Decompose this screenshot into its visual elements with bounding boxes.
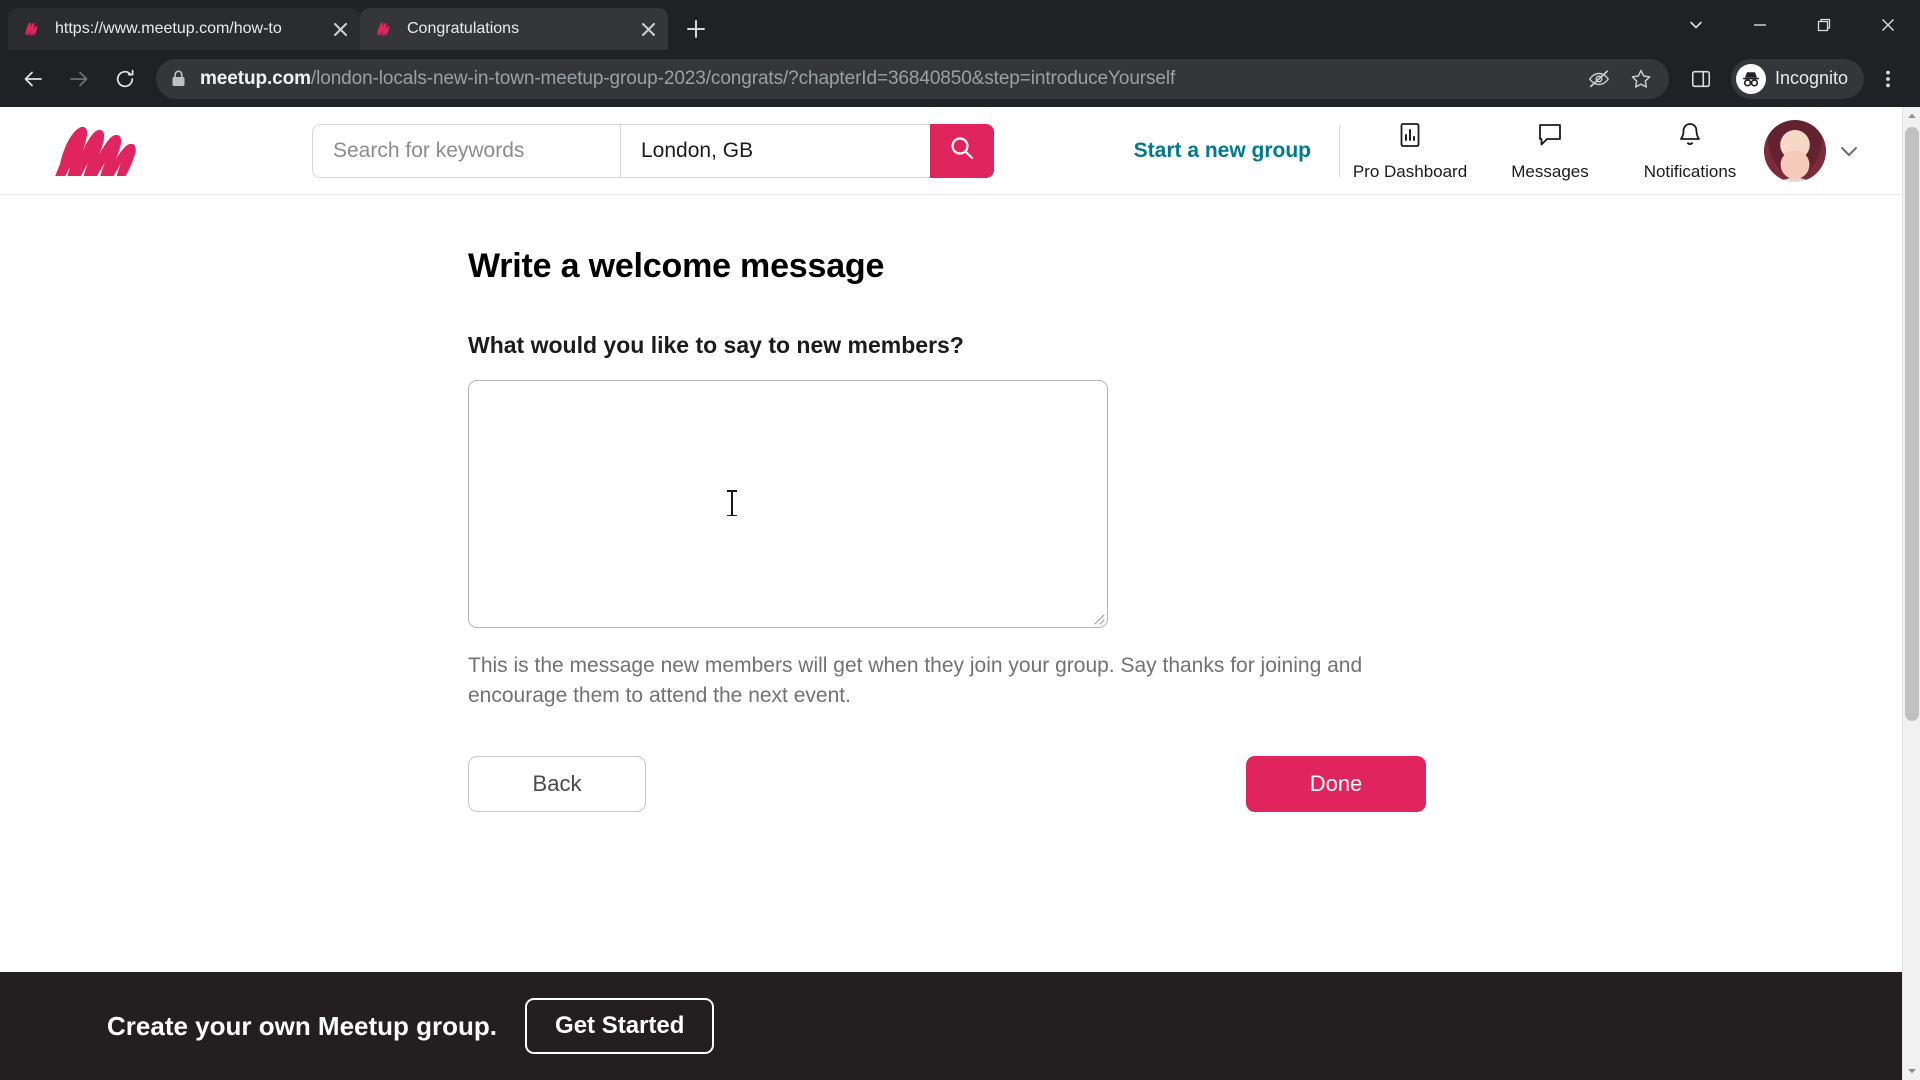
- bell-icon: [1675, 120, 1705, 155]
- page-title: Write a welcome message: [468, 247, 885, 285]
- close-icon[interactable]: [326, 15, 354, 43]
- bookmark-star-icon[interactable]: [1621, 61, 1661, 97]
- search-button[interactable]: [930, 123, 994, 178]
- done-button[interactable]: Done: [1246, 756, 1426, 812]
- lock-icon: [156, 70, 200, 87]
- nav-notifications[interactable]: Notifications: [1620, 120, 1760, 182]
- get-started-button[interactable]: Get Started: [525, 998, 715, 1054]
- header-right: Start a new group Pro Dashboard Messages: [1134, 107, 1872, 195]
- start-a-new-group-link[interactable]: Start a new group: [1134, 139, 1339, 163]
- minimize-icon[interactable]: [1728, 0, 1792, 50]
- search-icon: [948, 134, 976, 167]
- avatar[interactable]: [1764, 119, 1826, 182]
- search-input[interactable]: Search for keywords: [312, 123, 620, 178]
- incognito-icon: [1735, 63, 1766, 94]
- side-panel-icon[interactable]: [1679, 57, 1723, 101]
- browser-tab-1[interactable]: https://www.meetup.com/how-to: [8, 8, 360, 50]
- welcome-message-form: Write a welcome message What would you l…: [468, 247, 1426, 812]
- back-arrow-icon[interactable]: [12, 58, 54, 100]
- location-input[interactable]: London, GB: [620, 123, 930, 178]
- address-bar[interactable]: meetup.com/london-locals-new-in-town-mee…: [156, 58, 1669, 99]
- tab-title: https://www.meetup.com/how-to: [55, 20, 282, 37]
- chrome-menu-icon[interactable]: [1866, 57, 1910, 101]
- scroll-up-icon[interactable]: [1903, 107, 1920, 125]
- site-footer: Create your own Meetup group. Get Starte…: [0, 972, 1902, 1080]
- new-tab-button[interactable]: [678, 11, 714, 47]
- url-host: meetup.com: [200, 67, 311, 89]
- third-party-cookie-blocked-icon[interactable]: [1579, 61, 1619, 97]
- header-search: Search for keywords London, GB: [312, 123, 994, 178]
- nav-label: Notifications: [1643, 161, 1737, 181]
- tab-title: Congratulations: [407, 20, 520, 37]
- window-controls: [1664, 0, 1920, 50]
- nav-messages[interactable]: Messages: [1480, 120, 1620, 182]
- meetup-logo[interactable]: [51, 120, 202, 191]
- field-label: What would you like to say to new member…: [468, 332, 964, 358]
- nav-pro-dashboard[interactable]: Pro Dashboard: [1340, 120, 1480, 182]
- close-window-icon[interactable]: [1856, 0, 1920, 50]
- browser-toolbar: meetup.com/london-locals-new-in-town-mee…: [0, 50, 1920, 107]
- chevron-down-icon[interactable]: [1826, 137, 1872, 165]
- browser-tab-2[interactable]: Congratulations: [360, 8, 668, 50]
- resize-handle[interactable]: [1091, 611, 1105, 625]
- reload-icon[interactable]: [104, 58, 146, 100]
- profile-incognito-chip[interactable]: Incognito: [1730, 58, 1864, 99]
- form-actions: Back Done: [468, 756, 1426, 812]
- text-cursor-icon: [727, 490, 737, 516]
- page-scrollbar[interactable]: [1902, 107, 1920, 1080]
- help-text: This is the message new members will get…: [468, 654, 1363, 707]
- welcome-message-textarea[interactable]: [468, 380, 1108, 628]
- incognito-label: Incognito: [1774, 68, 1848, 88]
- page-viewport: Search for keywords London, GB Start a n…: [0, 107, 1920, 1080]
- close-icon[interactable]: [634, 15, 662, 43]
- scroll-down-icon[interactable]: [1903, 1062, 1920, 1080]
- meetup-icon: [22, 19, 42, 39]
- site-header: Search for keywords London, GB Start a n…: [0, 107, 1902, 195]
- scrollbar-thumb[interactable]: [1905, 127, 1919, 721]
- back-button[interactable]: Back: [468, 756, 646, 812]
- footer-text: Create your own Meetup group.: [107, 1010, 498, 1041]
- meetup-page: Search for keywords London, GB Start a n…: [0, 107, 1902, 1080]
- tab-strip: https://www.meetup.com/how-to Congratula…: [0, 0, 1920, 50]
- forward-arrow-icon[interactable]: [58, 58, 100, 100]
- nav-label: Messages: [1511, 161, 1589, 181]
- url-path: /london-locals-new-in-town-meetup-group-…: [310, 67, 1176, 89]
- maximize-icon[interactable]: [1792, 0, 1856, 50]
- nav-label: Pro Dashboard: [1352, 161, 1468, 181]
- meetup-icon: [374, 19, 394, 39]
- browser-window: https://www.meetup.com/how-to Congratula…: [0, 0, 1920, 1080]
- url-text: meetup.com/london-locals-new-in-town-mee…: [200, 68, 1577, 90]
- message-bubble-icon: [1535, 120, 1565, 155]
- tab-search-chevron-down-icon[interactable]: [1664, 0, 1728, 50]
- main-content: Write a welcome message What would you l…: [0, 195, 1902, 1080]
- chart-bar-icon: [1395, 120, 1425, 155]
